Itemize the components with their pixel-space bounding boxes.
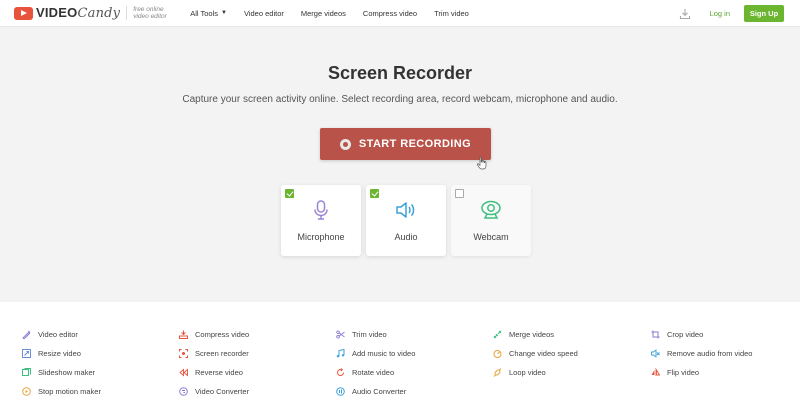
tool-merge-videos[interactable]: Merge videos (493, 330, 554, 339)
logo-brand: VIDEO (36, 5, 78, 20)
scissors-icon (336, 330, 345, 339)
caret-down-icon: ▼ (221, 10, 227, 16)
webcam-icon (451, 199, 531, 221)
start-recording-label: START RECORDING (358, 138, 472, 150)
rotate-icon (336, 368, 345, 377)
top-header: VIDEOCandy free online video editor All … (0, 0, 800, 27)
audio-checkbox[interactable] (370, 189, 379, 198)
flip-icon (651, 368, 660, 377)
logo-tagline: free online video editor (126, 6, 168, 20)
start-recording-button[interactable]: START RECORDING (320, 128, 491, 160)
option-label: Audio (394, 232, 418, 242)
tool-flip-video[interactable]: Flip video (651, 368, 699, 377)
tool-video-editor[interactable]: Video editor (22, 330, 78, 339)
login-link[interactable]: Log in (710, 9, 730, 18)
video-editor-icon (22, 330, 31, 339)
option-label: Microphone (297, 232, 345, 242)
mute-icon (651, 349, 660, 358)
logo-candy: Candy (77, 6, 121, 21)
main-nav: All Tools ▼ Video editor Merge videos Com… (190, 9, 486, 18)
page-subtitle: Capture your screen activity online. Sel… (182, 94, 618, 105)
resize-icon (22, 349, 31, 358)
converter-icon (179, 387, 188, 396)
logo[interactable]: VIDEOCandy free online video editor (14, 5, 168, 21)
nav-merge-videos[interactable]: Merge videos (301, 9, 346, 18)
nav-video-editor[interactable]: Video editor (244, 9, 284, 18)
option-audio[interactable]: Audio (366, 185, 446, 256)
tool-add-music[interactable]: Add music to video (336, 349, 415, 358)
speed-icon (493, 349, 502, 358)
page-title: Screen Recorder (327, 63, 473, 83)
option-webcam[interactable]: Webcam (451, 185, 531, 256)
logo-play-icon (14, 6, 33, 20)
tool-trim-video[interactable]: Trim video (336, 330, 387, 339)
music-icon (336, 349, 345, 358)
nav-trim-video[interactable]: Trim video (434, 9, 469, 18)
stop-motion-icon (22, 387, 31, 396)
download-icon[interactable] (678, 7, 692, 21)
record-icon (339, 138, 351, 150)
option-microphone[interactable]: Microphone (281, 185, 361, 256)
microphone-checkbox[interactable] (285, 189, 294, 198)
screen-recorder-icon (179, 349, 188, 358)
compress-icon (179, 330, 188, 339)
tool-audio-converter[interactable]: Audio Converter (336, 387, 406, 396)
option-label: Webcam (473, 232, 509, 242)
tool-compress-video[interactable]: Compress video (179, 330, 249, 339)
tool-slideshow-maker[interactable]: Slideshow maker (22, 368, 95, 377)
tool-screen-recorder[interactable]: Screen recorder (179, 349, 249, 358)
webcam-checkbox[interactable] (455, 189, 464, 198)
loop-icon (493, 368, 502, 377)
merge-icon (493, 330, 502, 339)
tool-rotate-video[interactable]: Rotate video (336, 368, 394, 377)
tool-remove-audio[interactable]: Remove audio from video (651, 349, 752, 358)
nav-compress-video[interactable]: Compress video (363, 9, 417, 18)
speaker-icon (366, 199, 446, 221)
tool-video-converter[interactable]: Video Converter (179, 387, 249, 396)
tool-change-speed[interactable]: Change video speed (493, 349, 578, 358)
tool-stop-motion-maker[interactable]: Stop motion maker (22, 387, 101, 396)
crop-icon (651, 330, 660, 339)
tool-resize-video[interactable]: Resize video (22, 349, 81, 358)
reverse-icon (179, 368, 188, 377)
microphone-icon (281, 199, 361, 221)
signup-button[interactable]: Sign Up (744, 5, 784, 22)
slideshow-icon (22, 368, 31, 377)
audio-converter-icon (336, 387, 345, 396)
hand-cursor-icon (476, 156, 487, 170)
tools-grid: Video editor Resize video Slideshow make… (0, 302, 800, 401)
tool-crop-video[interactable]: Crop video (651, 330, 703, 339)
tool-loop-video[interactable]: Loop video (493, 368, 546, 377)
nav-all-tools[interactable]: All Tools ▼ (190, 9, 227, 18)
tool-reverse-video[interactable]: Reverse video (179, 368, 243, 377)
